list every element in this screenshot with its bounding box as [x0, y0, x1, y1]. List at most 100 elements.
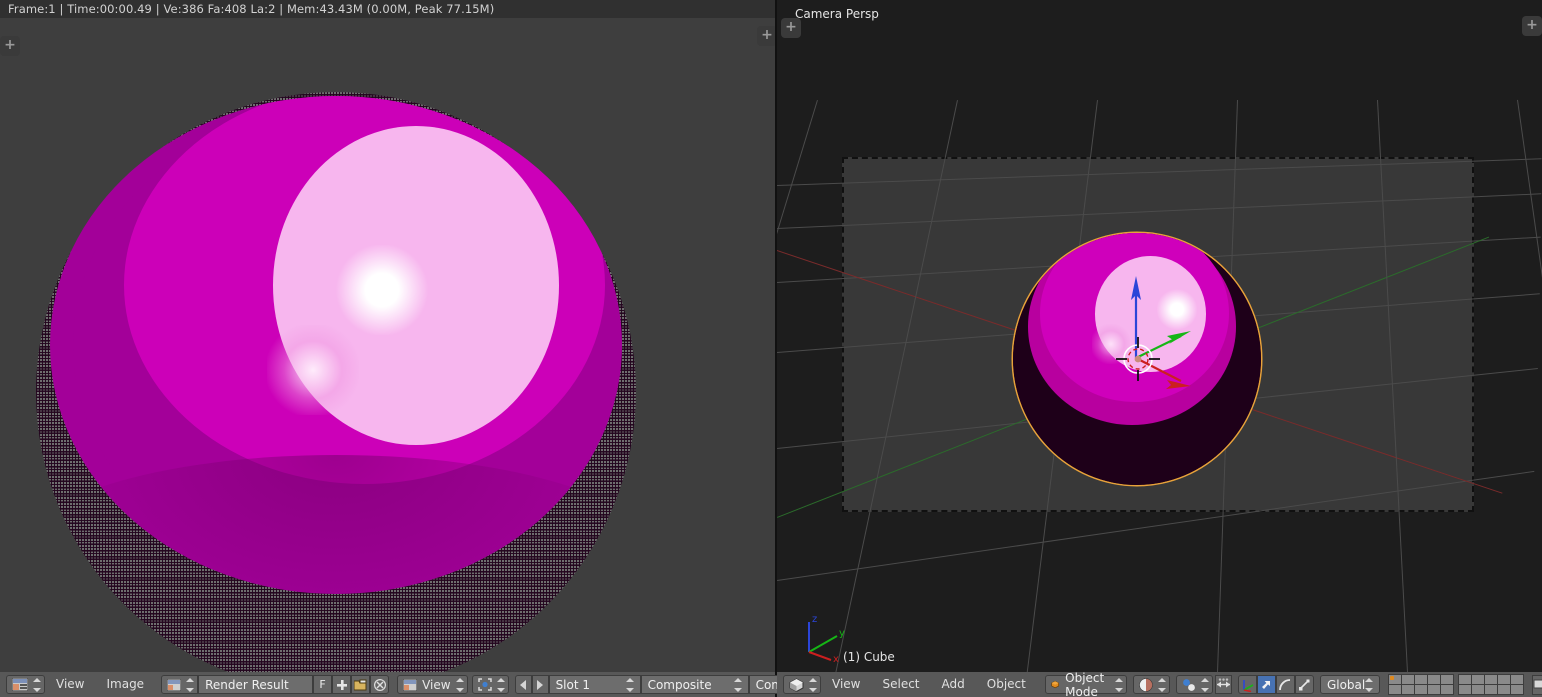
interaction-mode-selector[interactable]: Object Mode — [1044, 671, 1127, 697]
viewport-view-label: Camera Persp — [795, 7, 879, 21]
shading-solid-icon — [1139, 677, 1153, 692]
editor-type-selector-3d[interactable] — [783, 675, 821, 694]
viewport-shading-selector[interactable] — [1132, 675, 1170, 694]
specular-highlight-primary — [336, 245, 428, 336]
view-menu-label: View — [422, 677, 451, 692]
layer-cell[interactable] — [1428, 685, 1441, 694]
pivot-selector[interactable] — [471, 675, 509, 694]
slot-selector[interactable]: Slot 1 — [548, 675, 641, 694]
pivot-icon — [477, 678, 492, 691]
layer-cell[interactable] — [1472, 675, 1485, 684]
spinner-icon — [733, 677, 742, 692]
rendered-sphere — [50, 96, 622, 594]
layer-cell[interactable] — [1402, 675, 1415, 684]
manipulator-scale-button[interactable] — [1294, 675, 1314, 694]
transform-orientation-selector[interactable]: Global — [1319, 675, 1381, 694]
manipulator-translate-button[interactable] — [1256, 675, 1276, 694]
layer-cell[interactable] — [1498, 685, 1511, 694]
scale-icon — [1299, 679, 1310, 690]
menu-image[interactable]: Image — [95, 672, 155, 697]
layer-cell[interactable] — [1511, 675, 1524, 684]
editor-type-selector[interactable] — [6, 675, 45, 694]
mode-label: Object Mode — [1065, 670, 1105, 697]
image-datablock-icon — [167, 678, 182, 691]
proportional-edit-button[interactable] — [1532, 674, 1542, 695]
layer-cell[interactable] — [1511, 685, 1524, 694]
viewport-toolbar: View Select Add Object Object Mode Globa… — [777, 671, 1542, 697]
layer-cell[interactable] — [1498, 675, 1511, 684]
menu-object[interactable]: Object — [976, 672, 1037, 697]
layer-cell[interactable] — [1485, 685, 1498, 694]
arrow-translate-icon — [1262, 680, 1271, 689]
grid-line — [1517, 99, 1542, 695]
layer-group-1[interactable] — [1388, 674, 1455, 695]
prev-slot-button[interactable] — [514, 675, 532, 694]
grid-line — [777, 100, 818, 675]
layer-cell[interactable] — [1415, 685, 1428, 694]
spinner-icon — [496, 677, 505, 692]
spinner-icon — [1114, 677, 1123, 692]
triangle-right-icon — [537, 679, 544, 690]
unlink-image-button[interactable] — [370, 675, 390, 694]
svg-text:y: y — [839, 628, 845, 639]
plus-icon — [336, 679, 347, 690]
render-layer-label: Composite — [647, 677, 712, 692]
fake-user-button[interactable]: F — [313, 675, 333, 694]
new-image-button[interactable] — [332, 675, 352, 694]
layer-cell[interactable] — [1459, 685, 1472, 694]
open-image-button[interactable] — [351, 675, 371, 694]
object-mode-icon — [1051, 680, 1059, 689]
snap-toggle-button[interactable] — [1214, 675, 1232, 694]
pivot-median-icon — [1183, 678, 1195, 691]
pivot-point-selector[interactable] — [1175, 675, 1213, 694]
layer-cell[interactable] — [1428, 675, 1441, 684]
menu-select[interactable]: Select — [871, 672, 930, 697]
menu-add[interactable]: Add — [931, 672, 976, 697]
render-stats-header: Frame:1 | Time:00:00.49 | Ve:386 Fa:408 … — [0, 0, 775, 18]
specular-highlight-secondary — [267, 325, 359, 415]
menu-view[interactable]: View — [45, 672, 95, 697]
triangle-left-icon — [520, 679, 527, 690]
menu-view-3d[interactable]: View — [821, 672, 871, 697]
layer-cell[interactable] — [1472, 685, 1485, 694]
spinner-icon — [1157, 677, 1166, 692]
render-result-canvas[interactable]: + + — [0, 18, 775, 672]
spinner-icon — [186, 677, 195, 692]
image-editor-area: Frame:1 | Time:00:00.49 | Ve:386 Fa:408 … — [0, 0, 775, 697]
3d-cursor — [1116, 337, 1160, 381]
layer-cell[interactable] — [1441, 685, 1454, 694]
render-layer-icon — [403, 678, 418, 691]
image-datablock-group: Render Result F — [161, 675, 390, 694]
layer-cell[interactable] — [1459, 675, 1472, 684]
image-editor-toolshelf-toggle[interactable]: + — [0, 36, 20, 56]
layer-cell[interactable] — [1389, 685, 1402, 694]
render-slot-icon-button[interactable]: View — [397, 675, 468, 694]
layer-cell[interactable] — [1415, 675, 1428, 684]
image-name-field[interactable]: Render Result — [198, 675, 314, 694]
layer-cell[interactable] — [1485, 675, 1498, 684]
3d-viewport-area[interactable]: Camera Persp (1) Cube z y x + + — [777, 0, 1542, 697]
x-unlink-icon — [373, 678, 386, 691]
layer-group-2[interactable] — [1458, 674, 1525, 695]
layer-cell[interactable] — [1402, 685, 1415, 694]
next-slot-button[interactable] — [531, 675, 549, 694]
spinner-icon — [33, 677, 41, 692]
manipulator-toggle-button[interactable] — [1237, 675, 1257, 694]
transform-manipulator[interactable] — [1055, 258, 1225, 408]
image-editor-icon — [12, 678, 28, 691]
manipulator-group — [1237, 675, 1314, 694]
layer-cell[interactable] — [1441, 675, 1454, 684]
render-layer-selector[interactable]: Composite — [640, 675, 749, 694]
image-editor-sidebar-toggle[interactable]: + — [757, 26, 775, 46]
scene-layers — [1388, 674, 1525, 695]
image-datablock-selector[interactable] — [161, 675, 199, 694]
manipulator-rotate-button[interactable] — [1275, 675, 1295, 694]
layer-cell[interactable] — [1389, 675, 1402, 684]
slot-label: Slot 1 — [555, 677, 591, 692]
rotate-arc-icon — [1279, 678, 1291, 690]
svg-text:z: z — [812, 614, 817, 625]
viewport-sidebar-toggle[interactable]: + — [1522, 16, 1542, 36]
mini-axis-gizmo: z y x — [808, 614, 845, 665]
image-editor-toolbar: View Image Render Result F View Slot 1 C… — [0, 672, 864, 697]
viewport-toolshelf-toggle[interactable]: + — [781, 18, 801, 38]
